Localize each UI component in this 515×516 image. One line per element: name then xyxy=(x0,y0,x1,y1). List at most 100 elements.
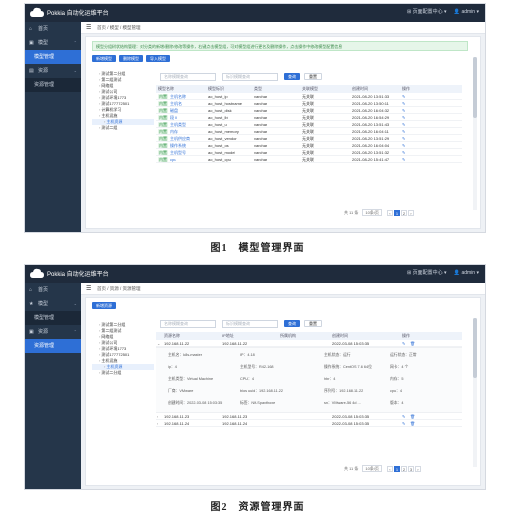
table-cell[interactable]: 主机名称 xyxy=(170,93,186,100)
expand-icon[interactable]: › xyxy=(157,420,158,427)
edit-icon[interactable]: ✎ xyxy=(402,156,405,163)
tree-node[interactable]: ›测试二组 xyxy=(92,125,154,131)
reset-button[interactable]: 重置 xyxy=(304,320,322,327)
edit-icon[interactable]: ✎ xyxy=(402,142,405,149)
user-menu[interactable]: 👤 admin ▾ xyxy=(454,9,479,15)
page-button[interactable]: › xyxy=(414,466,421,472)
table-cell[interactable]: cpu xyxy=(170,156,176,163)
id-search-input[interactable]: 标识模糊查询 xyxy=(222,73,278,81)
table-row[interactable]: 内置 操作系统 ao_host_os varchar 无关联 2021-08-20 16:… xyxy=(156,142,462,149)
toolbar-button[interactable]: 新增模型 xyxy=(92,55,116,62)
sidebar-item[interactable]: 资源管理 xyxy=(25,339,81,353)
top-right-menu[interactable]: ⊞ 页面配置中心 ▾ 👤 admin ▾ xyxy=(401,8,479,15)
page-button[interactable]: ‹ xyxy=(386,210,393,216)
toolbar-button[interactable]: 导入模型 xyxy=(146,55,170,62)
edit-icon[interactable]: ✎ xyxy=(402,107,405,114)
edit-icon[interactable]: ✎ xyxy=(402,100,405,107)
page-button[interactable]: 3 xyxy=(407,466,414,472)
sidebar-item[interactable]: ▣ 模型 ⌃ xyxy=(25,36,81,50)
model-table: 模型名称 模型标识 类型 关联模型 创建时间 操作 内置 主机名称 ao_host_ip varc… xyxy=(156,85,462,163)
table-cell: 无关联 xyxy=(302,115,314,120)
table-cell[interactable]: 主机名 xyxy=(170,100,182,107)
edit-icon[interactable]: ✎ xyxy=(402,149,405,156)
table-row[interactable]: 内置段 ll ao_host_lbl varchar 无关联 2021-08-20 16… xyxy=(156,114,462,121)
breadcrumb[interactable]: 首页 / 资源 / 资源管理 xyxy=(97,286,141,292)
page-button[interactable]: 1 xyxy=(393,466,400,472)
table-cell[interactable]: 主机型号 xyxy=(170,149,186,156)
page-size-select[interactable]: 10条/页 xyxy=(362,209,382,217)
table-row[interactable]: ⌄ 192.168.11.22 192.168.11.22 2022-03-08 15… xyxy=(156,340,462,347)
collapse-icon[interactable]: ⌄ xyxy=(157,340,160,347)
breadcrumb[interactable]: 首页 / 模型 / 模型管理 xyxy=(97,25,141,31)
query-button[interactable]: 查询 xyxy=(284,73,300,80)
tree-node-label: 主机资源 xyxy=(106,364,123,369)
table-row[interactable]: › 192.168.11.23 192.168.11.23 2022-03-08 15… xyxy=(156,413,462,420)
table-row[interactable]: 内置 内存 ao_host_memory varchar 无关联 2021-08-20 1… xyxy=(156,128,462,135)
toolbar-button[interactable]: 新增资源 xyxy=(92,302,116,309)
table-cell[interactable]: 主机供应商 xyxy=(170,135,190,142)
page-button[interactable]: 2 xyxy=(400,466,407,472)
expand-icon[interactable]: › xyxy=(157,413,158,420)
reset-button[interactable]: 重置 xyxy=(304,73,322,80)
tree-node[interactable]: ›测试二分组 xyxy=(92,370,154,376)
sidebar-item[interactable]: 模型管理 xyxy=(25,50,81,64)
table-row[interactable]: 内置 磁盘 ao_host_disk varchar 无关联 2021-08-20 16:… xyxy=(156,107,462,114)
name-search-input[interactable]: 名称模糊查询 xyxy=(160,73,216,81)
top-right-menu[interactable]: ⊞ 页面配置中心 ▾ 👤 admin ▾ xyxy=(401,269,479,276)
scrollbar-thumb[interactable] xyxy=(473,57,477,119)
table-row[interactable]: › 192.168.11.24 192.168.11.24 2022-03-08 15… xyxy=(156,420,462,427)
sidebar-item[interactable]: ★ 模型 ⌄ xyxy=(25,297,81,311)
edit-icon[interactable]: ✎ xyxy=(402,340,405,347)
table-cell: 2021-08-20 13:51:29 xyxy=(352,136,390,141)
name-search-input[interactable]: 名称模糊查询 xyxy=(160,320,216,328)
sidebar-item[interactable]: ▣ 资源 ⌃ xyxy=(25,325,81,339)
id-search-input[interactable]: 标识模糊查询 xyxy=(222,320,278,328)
table-row[interactable]: 内置 主机类型 ao_host_u varchar 无关联 2021-08-20 13:5… xyxy=(156,121,462,128)
sidebar-item[interactable]: ⌂ 首页 xyxy=(25,283,81,297)
edit-icon[interactable]: ✎ xyxy=(402,420,405,427)
edit-icon[interactable]: ✎ xyxy=(402,93,405,100)
sidebar-item[interactable]: 模型管理 xyxy=(25,311,81,325)
scrollbar[interactable] xyxy=(473,57,477,210)
toolbar-button[interactable]: 删除模型 xyxy=(119,55,143,62)
table-row[interactable]: 内置 主机供应商 ao_host_vendor varchar 无关联 2021-08-2… xyxy=(156,135,462,142)
table-cell[interactable]: 磁盘 xyxy=(170,107,178,114)
page-button[interactable]: 2 xyxy=(400,210,407,216)
sidebar-item[interactable]: 资源管理 xyxy=(25,78,81,92)
table-row[interactable]: 内置 主机型号 ao_host_model varchar 无关联 2021-08-20 … xyxy=(156,149,462,156)
edit-icon[interactable]: ✎ xyxy=(402,114,405,121)
page-button[interactable]: › xyxy=(407,210,414,216)
table-cell[interactable]: 操作系统 xyxy=(170,142,186,149)
menu-icon[interactable]: ☰ xyxy=(86,285,91,292)
top-bar: Pokkia 自动化运维平台 ⊞ 页面配置中心 ▾ 👤 admin ▾ xyxy=(25,4,485,22)
config-center-menu[interactable]: ⊞ 页面配置中心 ▾ xyxy=(407,9,446,15)
delete-icon[interactable]: 🗑 xyxy=(410,413,415,420)
table-row[interactable]: 内置 主机名 ao_host_hostname varchar 无关联 2021-08-2… xyxy=(156,100,462,107)
table-cell[interactable]: 内存 xyxy=(170,128,178,135)
menu-icon[interactable]: ☰ xyxy=(86,24,91,31)
delete-icon[interactable]: 🗑 xyxy=(410,340,415,347)
delete-icon[interactable]: 🗑 xyxy=(410,420,415,427)
scrollbar[interactable] xyxy=(473,318,477,467)
table-row[interactable]: 内置 cpu ao_host_cpu varchar 无关联 2021-08-20 15:… xyxy=(156,156,462,163)
scrollbar-thumb[interactable] xyxy=(473,318,477,378)
sidebar-item[interactable]: ▤ 资源 ⌄ xyxy=(25,64,81,78)
table-cell: 2022-03-08 15:03:35 xyxy=(332,421,370,426)
table-row[interactable]: 内置 主机名称 ao_host_ip varchar 无关联 2021-08-20 13:… xyxy=(156,93,462,100)
edit-icon[interactable]: ✎ xyxy=(402,128,405,135)
edit-icon[interactable]: ✎ xyxy=(402,135,405,142)
page-button[interactable]: 1 xyxy=(393,210,400,216)
builtin-badge: 内置 xyxy=(158,108,168,113)
edit-icon[interactable]: ✎ xyxy=(402,413,405,420)
tree-node-label: 测试环境1773 xyxy=(101,95,127,100)
query-button[interactable]: 查询 xyxy=(284,320,300,327)
table-cell: varchar xyxy=(254,101,268,106)
page-size-select[interactable]: 10条/页 xyxy=(362,465,382,473)
edit-icon[interactable]: ✎ xyxy=(402,121,405,128)
sidebar-item[interactable]: ⌂ 首页 xyxy=(25,22,81,36)
user-menu[interactable]: 👤 admin ▾ xyxy=(454,270,479,276)
table-cell[interactable]: 主机类型 xyxy=(170,121,186,128)
page-button[interactable]: ‹ xyxy=(386,466,393,472)
table-cell[interactable]: 段 ll xyxy=(170,114,177,121)
config-center-menu[interactable]: ⊞ 页面配置中心 ▾ xyxy=(407,270,446,276)
